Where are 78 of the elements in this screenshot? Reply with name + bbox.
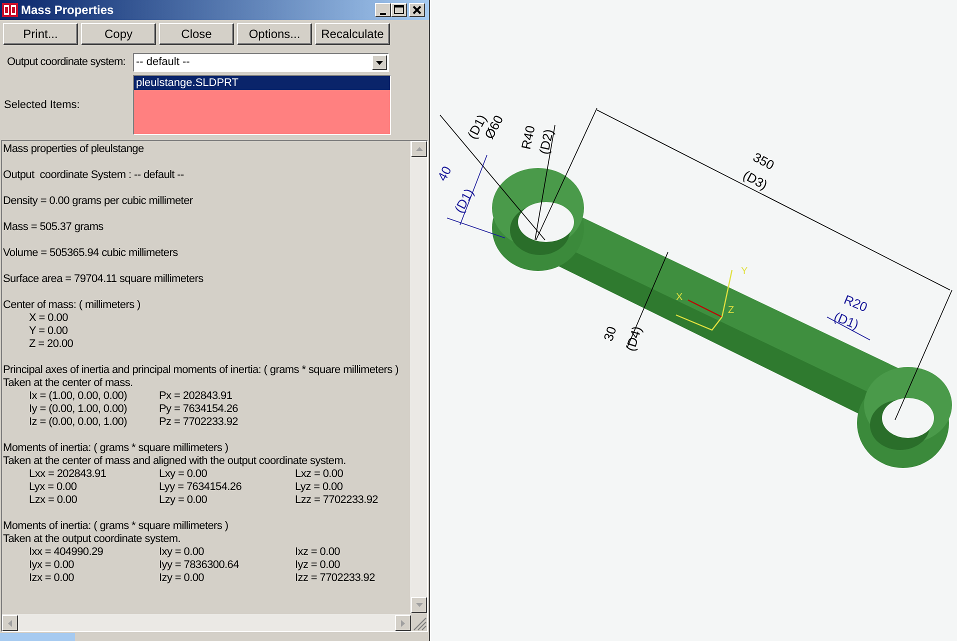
dialog-button[interactable]: Print... [3,23,78,45]
report-line: Moments of inertia: ( grams * square millimeters ) [3,520,230,533]
close-button[interactable] [409,3,425,17]
report-value: Lxz = 0.00 [295,468,344,481]
report-line: Mass properties of pleulstange [3,143,145,156]
report-value: Lzz = 7702233.92 [295,494,378,507]
report-line: Principal axes of inertia and principal moments of inertia: ( grams * square millimeters ) [3,364,400,377]
left-arrow-icon [8,620,12,626]
axis-label: Z [728,305,734,316]
horizontal-scrollbar[interactable] [2,614,411,631]
report-value: Ixx = 404990.29 [29,546,104,559]
report-value: Izx = 0.00 [29,572,76,585]
report-line: Mass = 505.37 grams [3,221,104,234]
down-arrow-icon [416,603,422,607]
report-value: Lxx = 202843.91 [29,468,108,481]
axis-label: X [676,292,683,303]
report-value: Iyx = 0.00 [29,559,76,572]
report-line: Taken at the center of mass. [3,377,134,390]
report-line: Output coordinate System : -- default -- [3,169,185,182]
report-value: Iyz = 0.00 [295,559,340,572]
report-line: X = 0.00 [28,312,68,325]
minimize-icon [380,12,386,14]
report-line: Center of mass: ( millimeters ) [3,299,142,312]
report-line: Moments of inertia: ( grams * square millimeters ) [3,442,230,455]
scroll-right-button[interactable] [395,615,411,631]
dimension-label: 40 [434,164,454,184]
close-icon [412,5,422,15]
dialog-button[interactable]: Copy [81,23,156,45]
report-value: Iz = (0.00, 0.00, 1.00) [29,416,128,429]
vertical-scrollbar[interactable] [410,141,427,613]
report-value: Lyy = 7634154.26 [159,481,243,494]
report-value: Lxy = 0.00 [159,468,208,481]
field-label: Selected Items: [4,98,81,113]
report-value: Ixy = 0.00 [159,546,206,559]
list-item[interactable]: pleulstange.SLDPRT [134,76,390,90]
dialog-button[interactable]: Recalculate [315,23,390,45]
report-value: Pz = 7702233.92 [159,416,239,429]
right-arrow-icon [401,620,405,626]
report-line: Taken at the output coordinate system. [3,533,182,546]
dialog-button[interactable]: Close [159,23,234,45]
report-value: Izz = 7702233.92 [295,572,375,585]
maximize-button[interactable] [391,3,407,17]
report-value: Izy = 0.00 [159,572,206,585]
dimension-label: 30 [600,324,620,343]
report-value: Iy = (0.00, 1.00, 0.00) [29,403,128,416]
report-value: Iyy = 7836300.64 [159,559,240,572]
minimize-button[interactable] [375,3,391,17]
report-value: Lyz = 0.00 [295,481,343,494]
dimension-label: (D1) [451,186,477,216]
scroll-left-button[interactable] [2,615,18,631]
field-label: Output coordinate system: [7,55,126,70]
report-line: Density = 0.00 grams per cubic millimeter [3,195,194,208]
coordinate-triad-drawing [676,270,733,331]
axis-label: Y [741,266,748,277]
dimension-label: (D4) [622,324,645,353]
report-line: Z = 20.00 [28,338,74,351]
coordinate-system-dropdown[interactable]: -- default -- [133,53,389,72]
scroll-down-button[interactable] [411,597,427,613]
scroll-up-button[interactable] [411,141,427,157]
report-value: Py = 7634154.26 [159,403,239,416]
report-line: Surface area = 79704.11 square millimeters [3,273,204,286]
report-line: Volume = 505365.94 cubic millimeters [3,247,179,260]
dialog-button[interactable]: Options... [237,23,312,45]
report-value: Ixz = 0.00 [295,546,340,559]
report-line: Y = 0.00 [28,325,68,338]
app-logo-icon [2,2,18,18]
dimension-label: 350 [750,149,777,173]
report-value: Ix = (1.00, 0.00, 0.00) [29,390,128,403]
dimension-label: (D2) [536,128,556,156]
maximize-icon [394,5,404,15]
report-value: Px = 202843.91 [159,390,234,403]
report-value: Lyx = 0.00 [29,481,78,494]
window-title: Mass Properties [21,2,115,19]
report-value: Lzy = 0.00 [159,494,208,507]
dimension-label: R40 [518,124,538,151]
report-line: Taken at the center of mass and aligned with the output coordinate system. [3,455,347,468]
report-value: Lzx = 0.00 [29,494,78,507]
up-arrow-icon [416,147,422,151]
